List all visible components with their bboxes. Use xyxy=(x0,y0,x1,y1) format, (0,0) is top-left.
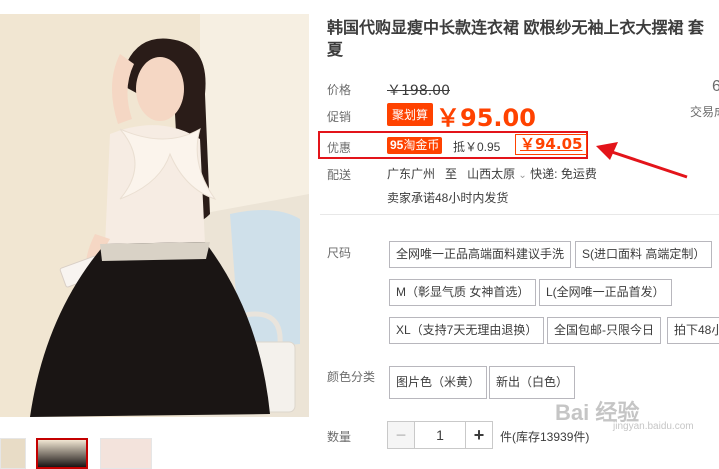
coin-deduction: 抵￥0.95 xyxy=(453,140,501,154)
juhuasuan-badge: 聚划算 xyxy=(387,103,434,126)
section-divider xyxy=(320,214,719,215)
shipping-method: 快递: 免运费 xyxy=(530,167,597,181)
thumbnail-image[interactable] xyxy=(100,438,152,469)
quantity-increase-button[interactable]: + xyxy=(465,421,493,449)
sales-count: 6 xyxy=(712,78,719,95)
size-option[interactable]: L(全网唯一正品首发） xyxy=(539,279,672,306)
taojinbi-badge: 95淘金币 xyxy=(387,137,443,154)
original-price: ￥198.00 xyxy=(387,83,450,99)
product-title-continued: 夏 xyxy=(327,42,344,59)
size-option[interactable]: M（彰显气质 女神首选） xyxy=(389,279,537,306)
watermark-url: jingyan.baidu.com xyxy=(613,421,694,432)
quantity-label: 数量 xyxy=(327,430,352,444)
baidu-jingyan-watermark: Bai 经验 jingyan.baidu.com xyxy=(555,395,694,432)
color-label: 颜色分类 xyxy=(327,370,376,384)
ship-from: 广东广州 xyxy=(387,167,436,181)
arrow-annotation-icon xyxy=(596,142,688,179)
ship-to-word: 至 xyxy=(445,167,458,181)
thumbnail-image[interactable] xyxy=(0,438,26,469)
coin-text: 淘金币 xyxy=(403,138,440,152)
promo-label: 促销 xyxy=(327,110,352,124)
thumbnail-strip xyxy=(0,438,320,469)
coin-amount: 95 xyxy=(390,138,404,152)
size-option[interactable]: 全网唯一正品高端面料建议手洗 xyxy=(389,241,572,268)
ship-to-select[interactable]: 山西太原 xyxy=(467,167,515,181)
sales-label: 交易成 xyxy=(690,105,719,119)
shipping-info: 广东广州 至 山西太原 ⌄ 快递: 免运费 xyxy=(387,165,597,182)
quantity-decrease-button[interactable]: − xyxy=(387,421,415,449)
product-title: 韩国代购显瘦中长款连衣裙 欧根纱无袖上衣大摆裙 套 xyxy=(327,20,704,37)
size-option[interactable]: XL（支持7天无理由退换） xyxy=(389,317,545,344)
shipping-label: 配送 xyxy=(327,168,352,182)
quantity-input[interactable]: 1 xyxy=(414,421,466,449)
chevron-down-icon[interactable]: ⌄ xyxy=(518,170,526,181)
size-option[interactable]: S(进口面料 高端定制） xyxy=(575,241,713,268)
product-photo-illustration xyxy=(0,14,309,417)
size-option[interactable]: 全国包邮-只限今日 xyxy=(547,317,661,344)
price-label: 价格 xyxy=(327,83,352,97)
size-option[interactable]: 拍下48小 xyxy=(667,317,719,344)
size-label: 尺码 xyxy=(327,246,352,260)
promo-price: ￥95.00 xyxy=(436,104,536,132)
stock-info: 件(库存13939件) xyxy=(500,430,590,444)
color-option[interactable]: 图片色（米黄） xyxy=(389,366,488,399)
thumbnail-image-active[interactable] xyxy=(36,438,88,469)
discount-label: 优惠 xyxy=(327,141,352,155)
final-price[interactable]: ￥94.05 xyxy=(515,134,588,155)
delivery-promise: 卖家承诺48小时内发货 xyxy=(387,191,509,205)
product-main-image[interactable] xyxy=(0,14,309,417)
